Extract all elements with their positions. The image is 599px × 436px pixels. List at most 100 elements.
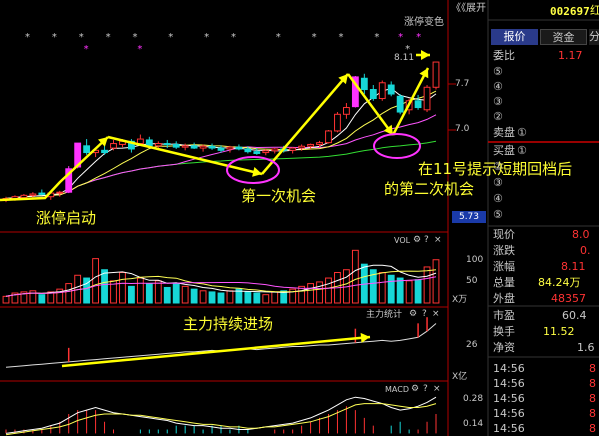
mainforce-close-icon[interactable]: × [432,310,440,319]
annotation-second-chance-line2: 的第二次机会 [384,180,475,198]
volume-bar [244,291,252,304]
vol-settings-gear-icon[interactable]: ⚙ [413,236,421,245]
candle [378,80,386,101]
candle-body [145,139,153,147]
candle-body [29,193,37,196]
buy-level-4: ④ [493,192,503,205]
volume-bar [2,295,10,304]
arrow-mainforce [61,332,371,368]
tab-funds[interactable]: 资金 [540,29,587,45]
volume-bar [172,283,180,304]
volume-bar [190,288,198,304]
volume-bar [136,277,144,304]
volume-bar [271,291,279,304]
candle-body [217,147,225,151]
expand-button[interactable]: 展开 [466,4,486,14]
tab-quote[interactable]: 报价 [491,29,538,45]
candle-body [414,100,422,109]
fund-value-pe: 60.4 [562,309,587,322]
collapse-arrows-icon[interactable]: 《《 [451,4,466,14]
buy-level-3: ③ [493,176,503,189]
candle-body [316,142,323,145]
sell-side-label: 卖盘 [493,126,515,139]
stock-name-partial: 红 [590,4,599,17]
stat-label-pct: 涨幅 [493,260,515,273]
candle-body [432,61,440,88]
signal-star-white: * [106,32,111,43]
candle-body [334,113,341,132]
signal-star-white: * [79,32,84,43]
signal-star-magenta: * [84,44,89,55]
volume-bar [262,294,270,304]
macd-help-icon[interactable]: ? [423,385,428,394]
candle [29,192,37,198]
tick-price: 8 [589,422,596,435]
mainforce-settings-gear-icon[interactable]: ⚙ [409,310,417,319]
vol-indicator-label[interactable]: VOL [394,237,410,245]
mainforce-indicator-label[interactable]: 主力统计 [366,311,402,320]
volume-bar [101,269,108,304]
macd-close-icon[interactable]: × [433,385,441,394]
candle-body [110,143,117,149]
candle [172,141,180,149]
vol-scale-low: 50 [466,276,478,286]
volume-bar [92,258,99,304]
macd-indicator-label[interactable]: MACD [385,386,409,394]
candle [343,103,350,119]
signal-star-white: * [231,32,236,43]
volume-bar [163,286,171,304]
tab-partial[interactable]: 分 [589,29,599,45]
signal-star-white: * [276,32,281,43]
volume-bar [307,283,314,304]
candle [289,147,297,154]
tick-row: 14:56 8 [493,378,596,389]
candle-body [423,86,431,111]
macd-dif-line [5,396,437,434]
tick-time: 14:56 [493,422,525,435]
vol-unit-label: X万 [452,295,468,305]
arrow-rise-1-line [0,136,109,202]
candle-body [307,143,314,147]
mainforce-help-icon[interactable]: ? [422,310,427,319]
signal-star-white: * [204,32,209,43]
candle-body [235,146,243,150]
buy-level-1: ① [517,144,527,157]
candle [101,145,108,155]
macd-settings-gear-icon[interactable]: ⚙ [411,385,419,394]
volume-bar [423,266,431,304]
volume-bar [128,285,135,304]
tick-price: 8 [589,377,596,390]
candle [235,144,243,151]
volume-bar [396,277,404,304]
mainforce-unit-label: X亿 [452,372,468,382]
fund-label-netasset: 净资 [493,341,515,354]
candle-body [199,145,207,149]
candle [432,61,440,90]
candle-body [369,89,377,100]
candle-body [271,148,279,152]
vol-close-icon[interactable]: × [434,236,442,245]
candle-body [298,145,306,149]
arrow-decline-1-line [107,135,263,176]
arrow-price-marker-head [421,50,430,60]
candle-body [172,143,180,148]
stock-terminal-window: * * * * * * * * * * * * * * * * * 涨停变色 《《 展开 8.11 7.7 7.… [0,0,599,436]
vol-help-icon[interactable]: ? [424,236,429,245]
stat-value-pct: 8.11 [561,260,586,273]
volume-bar [405,280,413,304]
candle [414,94,422,110]
buy-side-label: 买盘 [493,144,515,157]
sell-level-4: ④ [493,80,503,93]
candle-body [244,148,252,153]
candle-body [38,192,46,195]
signal-star-white: * [52,32,57,43]
candle-body [163,143,171,146]
candle-body [83,145,91,154]
fund-label-turnover: 换手 [493,325,515,338]
tick-time: 14:56 [493,392,525,405]
volume-bar [253,292,261,304]
signal-star-white: * [374,32,379,43]
candle [325,130,332,144]
stat-value-price: 8.0 [572,228,590,241]
signal-star-white: * [132,32,137,43]
